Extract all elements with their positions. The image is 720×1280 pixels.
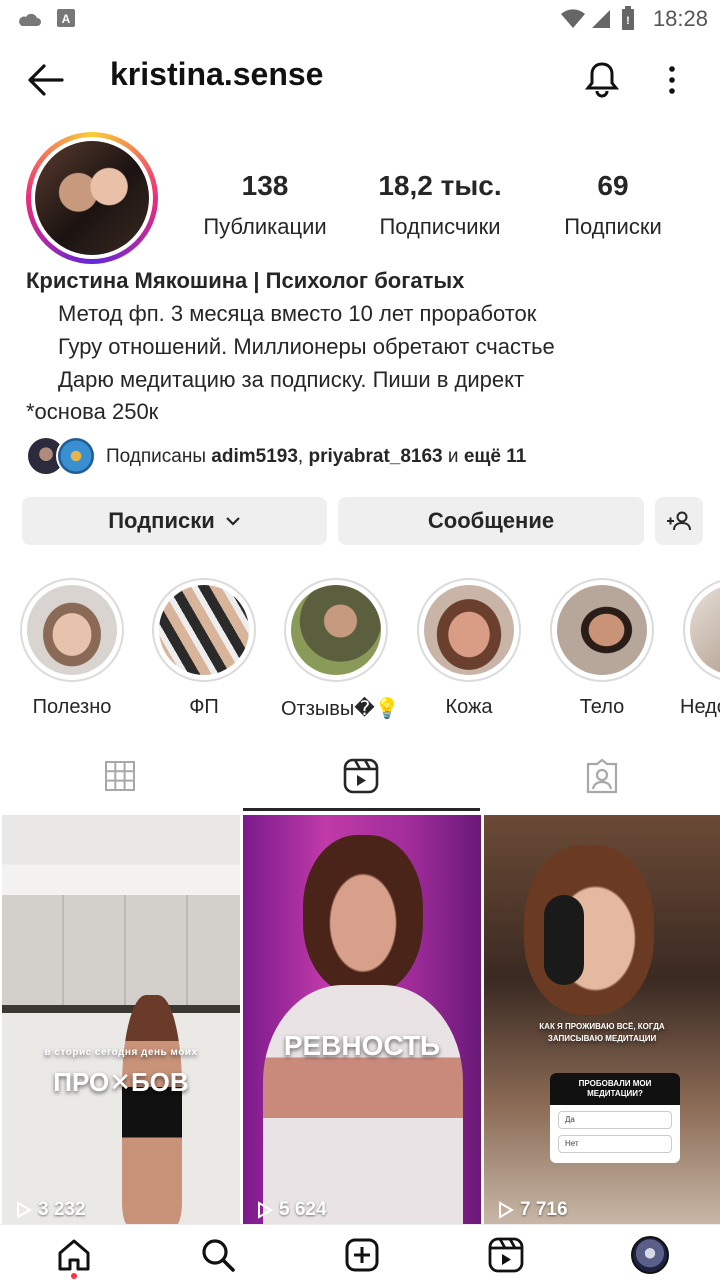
stat-following-label: Подписки — [564, 214, 662, 239]
bell-icon[interactable] — [584, 60, 620, 100]
status-bar: A ! 18:28 — [0, 0, 720, 40]
story-highlight[interactable]: ФП — [149, 578, 259, 719]
stat-followers[interactable]: 18,2 тыс. Подписчики — [362, 170, 518, 240]
nav-search[interactable] — [198, 1235, 238, 1275]
chevron-down-icon — [225, 517, 240, 526]
reel-subcaption: в сторис сегодня день моих — [44, 1047, 198, 1058]
reel-caption: РЕВНОСТЬ — [283, 1030, 441, 1061]
bio-line: *основа 250к — [26, 399, 159, 424]
reel-view-count: 7 716 — [498, 1199, 568, 1221]
story-highlight[interactable]: Тело — [547, 578, 657, 719]
stat-followers-value: 18,2 тыс. — [378, 170, 502, 201]
add-person-icon — [667, 511, 691, 531]
play-icon — [499, 1201, 514, 1219]
highlight-cover — [27, 585, 117, 675]
poll-sticker: ПРОБОВАЛИ МОИ МЕДИТАЦИИ? Да Нет — [550, 1073, 680, 1163]
add-user-button[interactable] — [655, 497, 703, 545]
search-icon — [202, 1239, 235, 1272]
stat-posts-label: Публикации — [203, 214, 327, 239]
stat-following-value: 69 — [597, 170, 629, 201]
reel-thumbnail[interactable]: КАК Я ПРОЖИВАЮ ВСЁ, КОГДА ЗАПИСЫВАЮ МЕДИ… — [484, 815, 720, 1227]
reel-view-count: 3 232 — [16, 1199, 86, 1221]
tab-tagged[interactable] — [482, 740, 720, 812]
message-button-label: Сообщение — [427, 508, 555, 533]
cloud-icon — [19, 13, 41, 26]
content-tabs — [0, 740, 720, 812]
avatar — [56, 436, 96, 476]
app-notification-icon: A — [57, 9, 75, 27]
grid-icon — [105, 761, 135, 791]
signal-icon — [592, 10, 610, 28]
highlight-label: Полезно — [32, 696, 112, 718]
story-highlight[interactable]: Недо — [680, 578, 720, 719]
reel-caption: КАК Я ПРОЖИВАЮ ВСЁ, КОГДА ЗАПИСЫВАЮ МЕДИ… — [539, 1022, 665, 1043]
active-tab-indicator — [243, 808, 480, 811]
following-dropdown-button[interactable]: Подписки — [22, 497, 327, 545]
reels-icon — [488, 1237, 524, 1273]
highlight-label: Отзывы�💡 — [281, 698, 400, 720]
add-post-icon — [345, 1238, 379, 1272]
stat-posts-value: 138 — [241, 170, 289, 201]
tagged-person-icon — [586, 758, 618, 794]
highlight-cover — [557, 585, 647, 675]
battery-icon: ! — [622, 6, 634, 30]
highlight-label: Недо — [680, 696, 720, 718]
back-arrow-icon[interactable] — [26, 62, 64, 98]
play-icon — [258, 1201, 273, 1219]
highlight-label: Тело — [579, 696, 625, 718]
profile-username: kristina.sense — [110, 56, 324, 92]
stat-following[interactable]: 69 Подписки — [548, 170, 678, 240]
avatar-photo — [35, 141, 149, 255]
following-button-label: Подписки — [108, 508, 215, 533]
bottom-navigation — [0, 1224, 720, 1280]
stat-followers-label: Подписчики — [379, 214, 501, 239]
story-highlight[interactable]: Полезно — [17, 578, 127, 719]
tab-grid[interactable] — [0, 740, 240, 812]
profile-full-name: Кристина Мякошина | Психолог богатых — [26, 268, 465, 293]
poll-option: Нет — [558, 1135, 672, 1153]
nav-reels[interactable] — [486, 1235, 526, 1275]
play-icon — [17, 1201, 32, 1219]
message-button[interactable]: Сообщение — [338, 497, 644, 545]
story-highlight[interactable]: Отзывы�💡 — [281, 578, 400, 721]
home-icon — [58, 1239, 90, 1271]
bio-line: Дарю медитацию за подписку. Пиши в дирек… — [58, 367, 525, 392]
tab-reels[interactable] — [243, 740, 480, 812]
more-options-icon[interactable] — [666, 64, 678, 96]
svg-text:!: ! — [626, 15, 630, 27]
profile-avatar[interactable] — [26, 132, 158, 264]
mutual-followers[interactable]: Подписаны adim5193, priyabrat_8163 и ещё… — [26, 436, 586, 480]
highlight-label: ФП — [189, 696, 219, 718]
reel-caption: ПРО✕БОВ — [53, 1067, 189, 1097]
stat-posts[interactable]: 138 Публикации — [190, 170, 340, 240]
nav-create[interactable] — [342, 1235, 382, 1275]
person-body — [263, 985, 463, 1227]
highlight-cover — [159, 585, 249, 675]
poll-option: Да — [558, 1111, 672, 1129]
reel-thumbnail[interactable]: РЕВНОСТЬ 5 624 — [243, 815, 481, 1227]
story-highlight[interactable]: Кожа — [414, 578, 524, 719]
bio-line: Метод фп. 3 месяца вместо 10 лет прорабо… — [58, 301, 537, 326]
notification-dot — [71, 1273, 77, 1279]
reel-view-count: 5 624 — [257, 1199, 327, 1221]
wifi-icon — [561, 9, 585, 28]
poll-title: ПРОБОВАЛИ МОИ МЕДИТАЦИИ? — [550, 1073, 680, 1105]
microphone — [544, 895, 584, 985]
reels-icon — [343, 758, 379, 794]
nav-profile[interactable] — [630, 1235, 670, 1275]
status-time: 18:28 — [652, 6, 708, 31]
bio-line: Гуру отношений. Миллионеры обретают счас… — [58, 334, 555, 359]
person-face — [303, 835, 423, 995]
nav-home[interactable] — [54, 1235, 94, 1275]
svg-text:A: A — [62, 12, 71, 26]
highlight-cover — [291, 585, 381, 675]
highlight-label: Кожа — [445, 696, 493, 718]
highlight-cover — [690, 585, 720, 675]
avatar — [631, 1236, 669, 1274]
highlight-cover — [424, 585, 514, 675]
reel-thumbnail[interactable]: в сторис сегодня день моих ПРО✕БОВ 3 232 — [2, 815, 240, 1227]
person-figure — [122, 995, 182, 1225]
mutual-followers-text: Подписаны adim5193, priyabrat_8163 и ещё… — [106, 446, 527, 467]
